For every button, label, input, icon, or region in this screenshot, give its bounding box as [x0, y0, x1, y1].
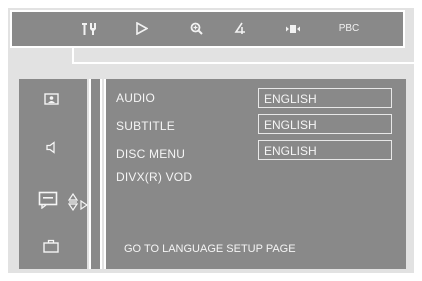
- up-down-arrows-icon: [67, 192, 79, 216]
- sidebar-divider: [89, 79, 102, 269]
- connector-horizontal: [72, 62, 414, 64]
- general-setup-icon[interactable]: [39, 93, 63, 105]
- preferences-briefcase-icon[interactable]: [39, 239, 63, 253]
- audio-value[interactable]: ENGLISH: [258, 88, 392, 108]
- footer-hint: GO TO LANGUAGE SETUP PAGE: [124, 243, 296, 255]
- language-subtitle-icon[interactable]: [38, 191, 58, 210]
- subtitle-value[interactable]: ENGLISH: [258, 114, 392, 134]
- disc-menu-label[interactable]: DISC MENU: [116, 147, 185, 161]
- divx-vod-label[interactable]: DIVX(R) VOD: [116, 170, 192, 184]
- zoom-icon[interactable]: [181, 12, 211, 46]
- subtitle-label[interactable]: SUBTITLE: [116, 119, 175, 133]
- disc-menu-value[interactable]: ENGLISH: [258, 140, 392, 160]
- audio-label[interactable]: AUDIO: [116, 91, 155, 105]
- language-setup-panel: AUDIO ENGLISH SUBTITLE ENGLISH DISC MENU…: [104, 79, 406, 269]
- right-pointer-icon: [80, 197, 89, 215]
- play-icon[interactable]: [127, 12, 157, 46]
- tools-icon[interactable]: [74, 12, 104, 46]
- pbc-label[interactable]: PBC: [329, 12, 369, 46]
- top-toolbar: PBC: [10, 10, 405, 48]
- sidebar: [19, 79, 89, 269]
- audio-speaker-icon[interactable]: [39, 141, 63, 154]
- audio-adjust-icon[interactable]: [278, 12, 308, 46]
- angle-icon[interactable]: [225, 12, 255, 46]
